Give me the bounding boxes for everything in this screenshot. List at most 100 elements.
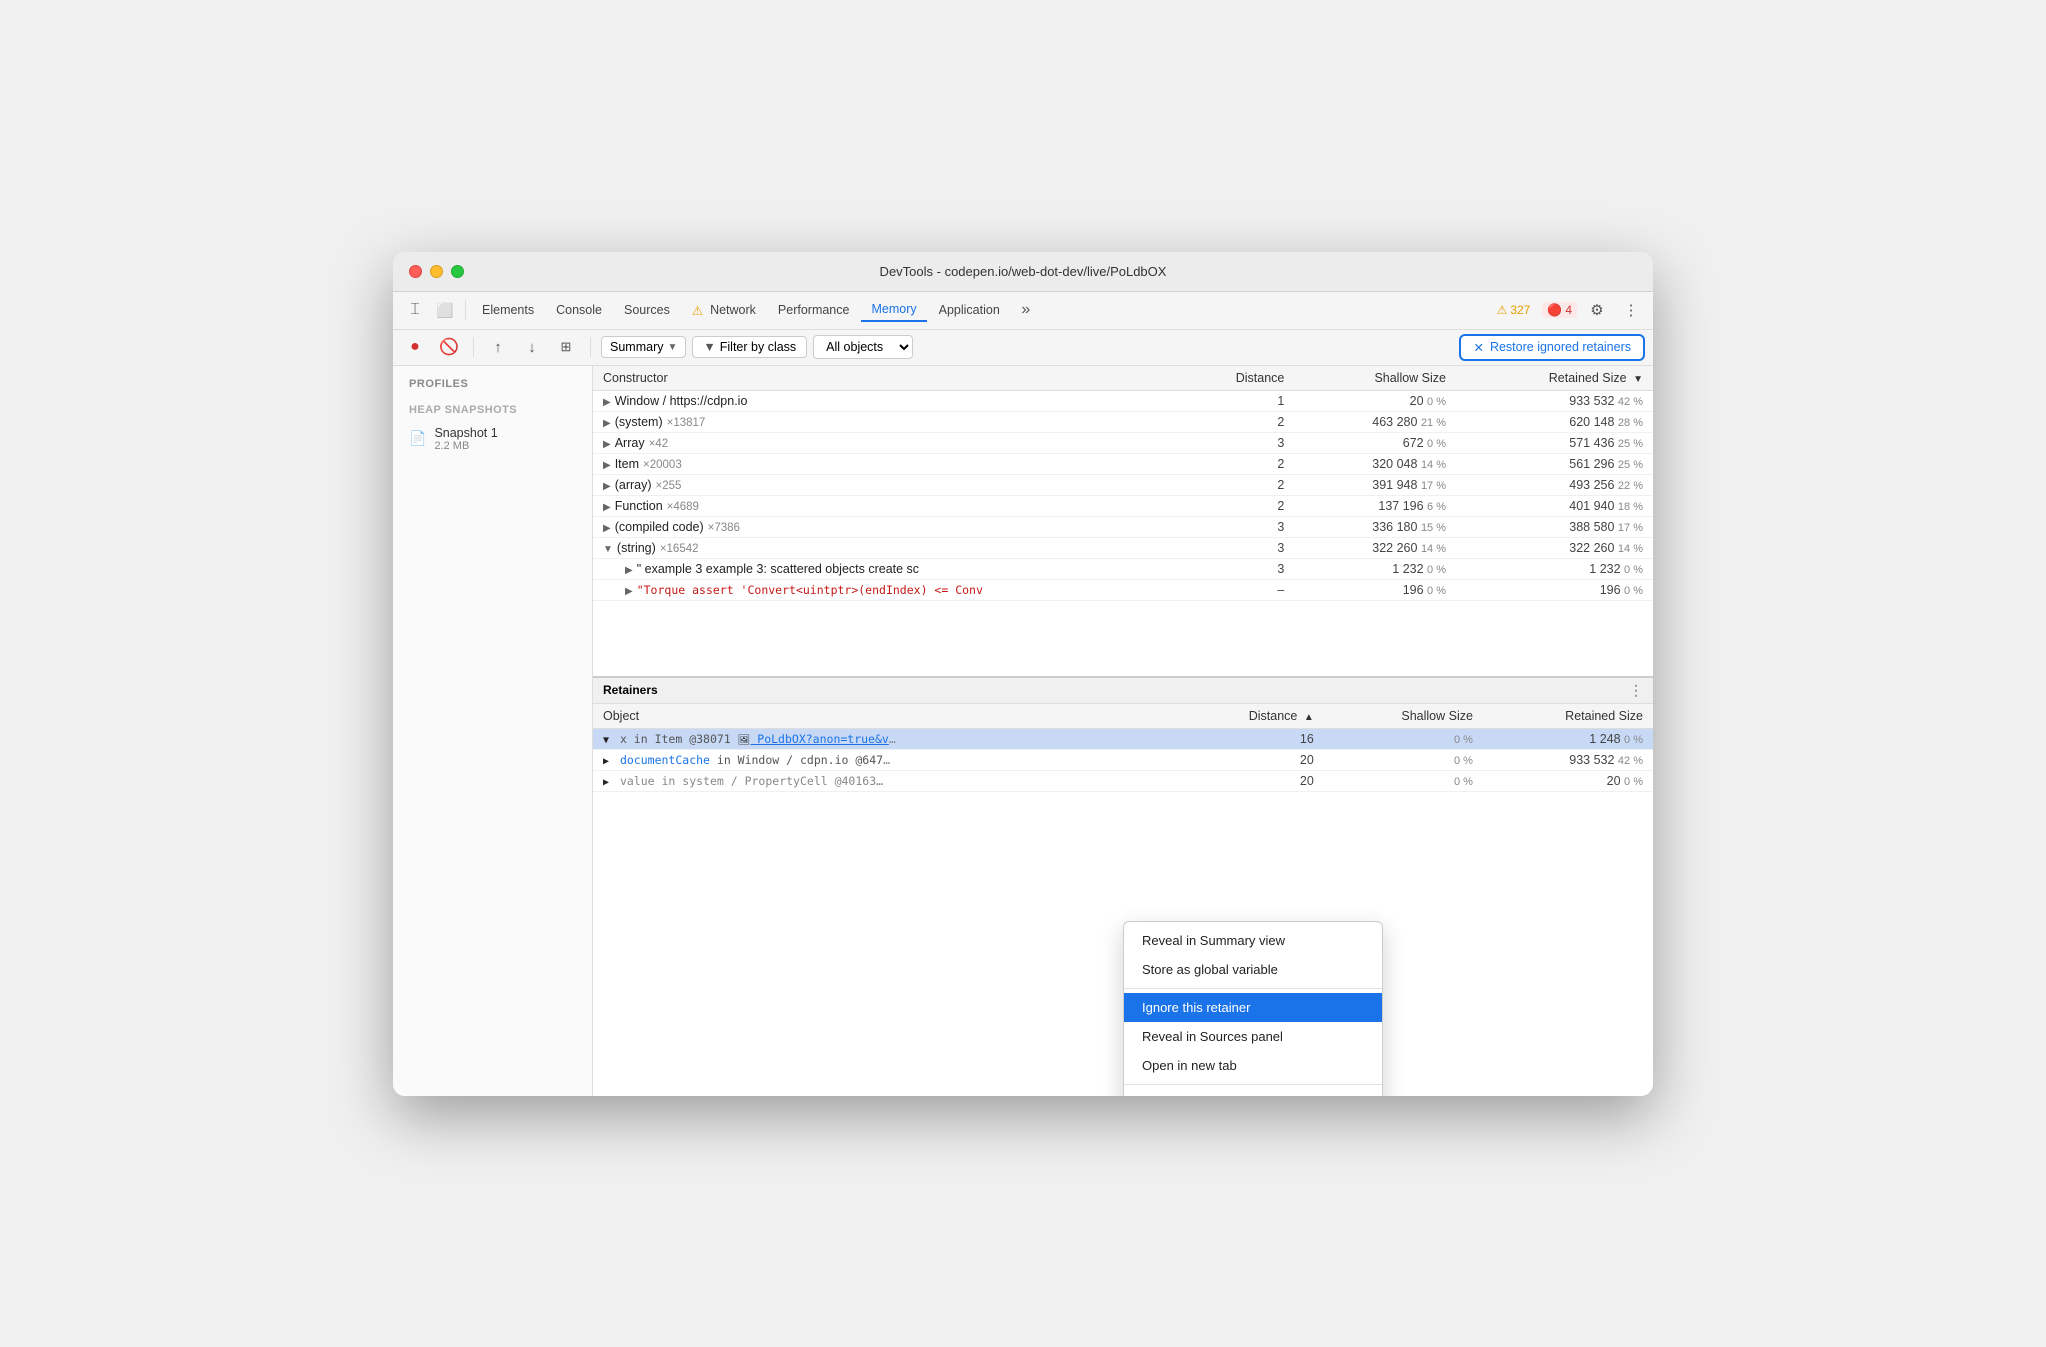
clear-icon[interactable]: ⊞	[552, 333, 580, 361]
retainer-row[interactable]: ▶ documentCache in Window / cdpn.io @647…	[593, 749, 1653, 770]
download-icon[interactable]: ↓	[518, 333, 546, 361]
table-row[interactable]: ▶Function×46892137 196 6 %401 940 18 %	[593, 495, 1653, 516]
expand-arrow-icon: ▶	[603, 418, 611, 429]
tab-performance[interactable]: Performance	[768, 299, 860, 321]
retained-size-cell: 620 148 28 %	[1456, 411, 1653, 432]
table-row[interactable]: ▶Array×423672 0 %571 436 25 %	[593, 432, 1653, 453]
constructor-count: ×20003	[643, 459, 682, 471]
table-row[interactable]: ▶(compiled code)×73863336 180 15 %388 58…	[593, 516, 1653, 537]
distance-cell: 3	[1176, 432, 1294, 453]
constructor-count: ×16542	[660, 543, 699, 555]
retainer-shallow-cell: 0 %	[1324, 749, 1483, 770]
record-icon[interactable]: ●	[401, 333, 429, 361]
table-row[interactable]: ▶(array)×2552391 948 17 %493 256 22 %	[593, 474, 1653, 495]
tab-memory[interactable]: Memory	[861, 298, 926, 322]
restore-ignored-retainers-button[interactable]: ✕ Restore ignored retainers	[1459, 334, 1645, 361]
retained-size-cell: 388 580 17 %	[1456, 516, 1653, 537]
shallow-size-cell: 672 0 %	[1294, 432, 1456, 453]
subtoolbar: ● 🚫 ↑ ↓ ⊞ Summary ▼ ▼ Filter by class Al…	[393, 330, 1653, 366]
tab-console[interactable]: Console	[546, 299, 612, 321]
expand-arrow-icon: ▶	[603, 523, 611, 534]
constructor-count: ×255	[656, 480, 682, 492]
error-icon: 🔴	[1547, 303, 1562, 317]
context-menu-item-ignore-this-retainer[interactable]: Ignore this retainer	[1124, 993, 1382, 1022]
all-objects-select[interactable]: All objects	[813, 335, 913, 359]
col-shallow-size[interactable]: Shallow Size	[1294, 366, 1456, 391]
col-retained-size[interactable]: Retained Size ▼	[1456, 366, 1653, 391]
retainer-object-cell: ▶ documentCache in Window / cdpn.io @647…	[593, 749, 1176, 770]
ret-col-object[interactable]: Object	[593, 704, 1176, 729]
upload-icon[interactable]: ↑	[484, 333, 512, 361]
constructor-table-container[interactable]: Constructor Distance Shallow Size Retain…	[593, 366, 1653, 676]
context-menu-divider	[1124, 988, 1382, 989]
sort-arrow-icon: ▼	[1633, 374, 1643, 385]
cursor-icon[interactable]: ⌶	[401, 296, 429, 324]
retained-size-cell: 571 436 25 %	[1456, 432, 1653, 453]
snapshot-size: 2.2 MB	[434, 440, 497, 452]
ret-col-retained[interactable]: Retained Size	[1483, 704, 1653, 729]
settings-icon[interactable]: ⚙	[1583, 296, 1611, 324]
constructor-name: Array×42	[615, 436, 668, 450]
snapshot-1-item[interactable]: 📄 Snapshot 1 2.2 MB	[393, 420, 592, 458]
warning-icon: ⚠	[1497, 303, 1508, 317]
ret-col-shallow[interactable]: Shallow Size	[1324, 704, 1483, 729]
shallow-size-cell: 391 948 17 %	[1294, 474, 1456, 495]
maximize-button[interactable]	[451, 265, 464, 278]
distance-cell: 3	[1176, 516, 1294, 537]
more-tabs-button[interactable]: »	[1012, 296, 1040, 324]
context-menu-item-label: Store as global variable	[1142, 962, 1278, 977]
table-row[interactable]: ▶" example 3 example 3: scattered object…	[593, 558, 1653, 579]
tab-sources[interactable]: Sources	[614, 299, 680, 321]
context-menu-item-copy-link-address[interactable]: Copy link address	[1124, 1089, 1382, 1096]
table-row[interactable]: ▶Item×200032320 048 14 %561 296 25 %	[593, 453, 1653, 474]
filter-button[interactable]: ▼ Filter by class	[692, 336, 807, 358]
retainer-retained-cell: 20 0 %	[1483, 770, 1653, 791]
retainers-header: Retainers ⋮	[593, 678, 1653, 704]
error-badge: 🔴 4	[1542, 302, 1577, 318]
table-row[interactable]: ▶"Torque assert 'Convert<uintptr>(endInd…	[593, 579, 1653, 600]
constructor-name: (compiled code)×7386	[615, 520, 740, 534]
col-constructor[interactable]: Constructor	[593, 366, 1176, 391]
ret-sort-arrow-icon: ▲	[1304, 712, 1314, 723]
retainer-object-cell: ▶ value in system / PropertyCell @40163…	[593, 770, 1176, 791]
context-menu-item-reveal-in-sources-panel[interactable]: Reveal in Sources panel	[1124, 1022, 1382, 1051]
table-row[interactable]: ▶Window / https://cdpn.io120 0 %933 532 …	[593, 390, 1653, 411]
context-menu-item-reveal-in-summary-view[interactable]: Reveal in Summary view	[1124, 926, 1382, 955]
tab-network[interactable]: ⚠ Network	[682, 299, 766, 322]
stop-icon[interactable]: 🚫	[435, 333, 463, 361]
table-row[interactable]: ▼(string)×165423322 260 14 %322 260 14 %	[593, 537, 1653, 558]
shallow-size-cell: 20 0 %	[1294, 390, 1456, 411]
close-button[interactable]	[409, 265, 422, 278]
more-options-icon[interactable]: ⋮	[1617, 296, 1645, 324]
retainer-row[interactable]: ▶ value in system / PropertyCell @40163……	[593, 770, 1653, 791]
expand-arrow-icon: ▶	[603, 397, 611, 408]
inspect-icon[interactable]: ⬜	[431, 296, 459, 324]
retainers-table-container[interactable]: Object Distance ▲ Shallow Size Retained …	[593, 704, 1653, 792]
context-menu-item-store-as-global-variable[interactable]: Store as global variable	[1124, 955, 1382, 984]
constructor-count: ×13817	[667, 417, 706, 429]
summary-label: Summary	[610, 340, 663, 354]
retainer-row[interactable]: ▼ x in Item @38071 🖼 PoLdbOX?anon=true&v…	[593, 728, 1653, 749]
retainers-panel: Retainers ⋮ Object Distance ▲	[593, 676, 1653, 792]
minimize-button[interactable]	[430, 265, 443, 278]
sep-1	[465, 300, 466, 320]
retainer-retained-cell: 933 532 42 %	[1483, 749, 1653, 770]
filter-icon: ▼	[703, 340, 715, 354]
constructor-name: " example 3 example 3: scattered objects…	[637, 562, 919, 576]
snapshot-name: Snapshot 1	[434, 426, 497, 440]
col-distance[interactable]: Distance	[1176, 366, 1294, 391]
context-menu-item-open-in-new-tab[interactable]: Open in new tab	[1124, 1051, 1382, 1080]
expand-arrow-icon: ▶	[603, 481, 611, 492]
constructor-name: (array)×255	[615, 478, 682, 492]
distance-cell: 2	[1176, 474, 1294, 495]
ret-col-distance[interactable]: Distance ▲	[1176, 704, 1324, 729]
context-menu-item-label: Reveal in Summary view	[1142, 933, 1285, 948]
constructor-name: (string)×16542	[617, 541, 699, 555]
tab-application[interactable]: Application	[929, 299, 1010, 321]
tab-elements[interactable]: Elements	[472, 299, 544, 321]
table-row[interactable]: ▶(system)×138172463 280 21 %620 148 28 %	[593, 411, 1653, 432]
summary-dropdown[interactable]: Summary ▼	[601, 336, 686, 358]
retainer-shallow-cell: 0 %	[1324, 770, 1483, 791]
retainer-distance-cell: 20	[1176, 770, 1324, 791]
retainers-title: Retainers	[603, 683, 658, 697]
